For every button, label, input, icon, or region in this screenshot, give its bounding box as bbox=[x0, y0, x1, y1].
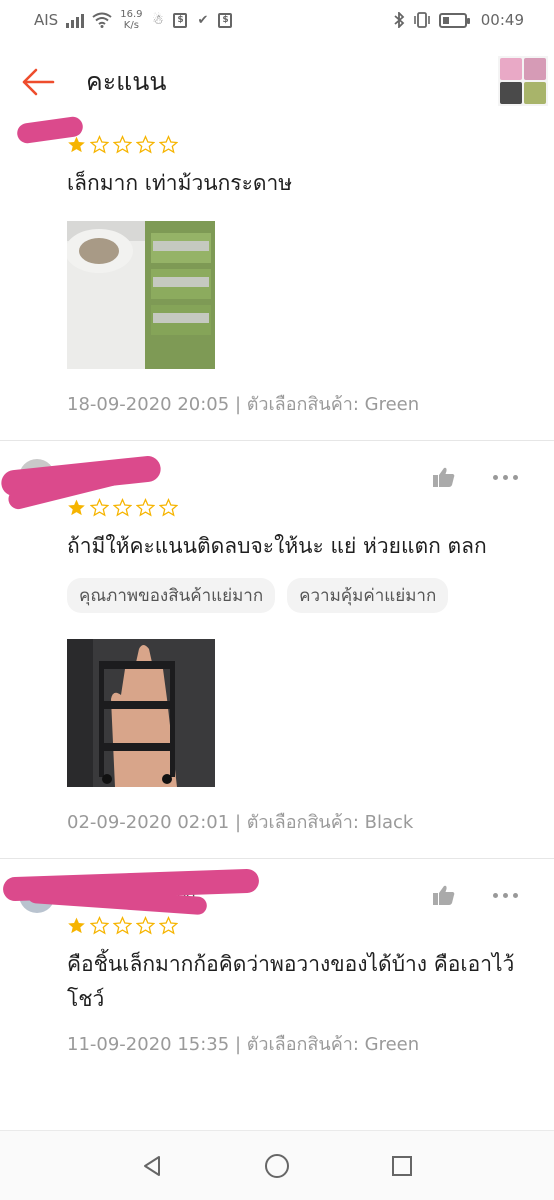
check-icon: ✔ bbox=[197, 12, 209, 28]
shop-bag-icon: $ bbox=[173, 12, 188, 28]
review-date: 02-09-2020 02:01 bbox=[67, 812, 230, 833]
star-empty-icon bbox=[90, 497, 109, 516]
review-tags: คุณภาพของสินค้าแย่มาก ความคุ้มค่าแย่มาก bbox=[67, 578, 534, 613]
clock: 00:49 bbox=[480, 11, 524, 29]
app-header: คะแนน bbox=[0, 40, 554, 124]
review-tag: ความคุ้มค่าแย่มาก bbox=[287, 578, 449, 613]
circle-home-icon bbox=[264, 1153, 289, 1178]
dot bbox=[503, 892, 508, 898]
star-filled-icon bbox=[68, 136, 85, 152]
review-meta: 11-09-2020 15:35 | ตัวเลือกสินค้า: Green bbox=[67, 1029, 534, 1080]
photo-content bbox=[67, 221, 215, 369]
review-item: ธ ถ้ามีให้คะแนนติดลบจะใ bbox=[0, 441, 554, 859]
review-variant: ตัวเลือกสินค้า: Green bbox=[246, 1034, 420, 1055]
page-title: คะแนน bbox=[86, 67, 167, 96]
wifi-icon bbox=[92, 12, 112, 28]
more-dots-icon bbox=[493, 892, 498, 898]
review-text: คือชิ้นเล็กมากก้อคิดว่าพอวางของได้บ้าง ค… bbox=[67, 952, 515, 1011]
thumbs-up-icon bbox=[433, 885, 455, 905]
nav-recents-button[interactable] bbox=[387, 1151, 417, 1181]
photo-content bbox=[67, 639, 215, 787]
speed-unit: K/s bbox=[123, 20, 139, 31]
notification-icon: ☃ bbox=[152, 12, 164, 28]
status-bar: AIS 16.9 K/s ☃ $ ✔ $ 00:49 bbox=[0, 0, 554, 40]
arrow-left-icon bbox=[22, 68, 55, 96]
meta-separator: | bbox=[234, 1034, 247, 1055]
review-tag: คุณภาพของสินค้าแย่มาก bbox=[67, 578, 276, 613]
signal-icon bbox=[66, 12, 85, 28]
product-thumbnail[interactable] bbox=[498, 56, 548, 106]
star-empty-icon bbox=[90, 915, 109, 934]
triangle-back-icon bbox=[144, 1155, 161, 1176]
star-empty-icon bbox=[136, 134, 155, 153]
carrier-label: AIS bbox=[34, 11, 59, 29]
review-user-row bbox=[15, 115, 534, 145]
star-empty-icon bbox=[159, 134, 178, 153]
star-empty-icon bbox=[113, 134, 132, 153]
review-list: เล็กมาก เท่าม้วนกระดาษ 18-09-2020 20:05 … bbox=[0, 115, 554, 1080]
star-empty-icon bbox=[113, 915, 132, 934]
star-filled-icon bbox=[68, 917, 85, 933]
star-empty-icon bbox=[90, 134, 109, 153]
review-date: 18-09-2020 20:05 bbox=[67, 394, 230, 415]
dot bbox=[513, 474, 518, 480]
review-text: เล็กมาก เท่าม้วนกระดาษ bbox=[67, 171, 293, 195]
shop-bag-icon-2: $ bbox=[218, 12, 233, 28]
vibrate-icon bbox=[413, 12, 430, 28]
review-photo[interactable] bbox=[67, 639, 215, 787]
nav-back-button[interactable] bbox=[137, 1151, 167, 1181]
system-nav-bar bbox=[0, 1130, 554, 1200]
dot bbox=[513, 892, 518, 898]
dot bbox=[503, 474, 508, 480]
star-empty-icon bbox=[159, 915, 178, 934]
review-date: 11-09-2020 15:35 bbox=[67, 1034, 230, 1055]
review-text: ถ้ามีให้คะแนนติดลบจะให้นะ แย่ ห่วยแตก ตล… bbox=[67, 534, 487, 558]
battery-icon bbox=[438, 12, 470, 28]
review-item: เล็กมาก เท่าม้วนกระดาษ 18-09-2020 20:05 … bbox=[0, 115, 554, 441]
review-item: od คือชิ้นเล็กมากก้อคิด bbox=[0, 859, 554, 1080]
review-user-row: od bbox=[2, 868, 534, 916]
like-button[interactable] bbox=[431, 883, 457, 907]
speed-value: 16.9 bbox=[120, 9, 143, 20]
more-dots-icon bbox=[493, 474, 498, 480]
star-rating bbox=[67, 132, 534, 156]
review-variant: ตัวเลือกสินค้า: Black bbox=[246, 812, 414, 833]
like-button[interactable] bbox=[431, 465, 457, 489]
back-button[interactable] bbox=[18, 62, 58, 102]
more-button[interactable] bbox=[493, 474, 518, 480]
network-speed: 16.9 K/s bbox=[120, 9, 142, 31]
nav-home-button[interactable] bbox=[262, 1151, 292, 1181]
review-meta: 18-09-2020 20:05 | ตัวเลือกสินค้า: Green bbox=[67, 389, 534, 440]
review-variant: ตัวเลือกสินค้า: Green bbox=[246, 394, 420, 415]
star-rating bbox=[67, 913, 534, 937]
review-user-row: ธ bbox=[0, 454, 534, 512]
review-actions bbox=[431, 883, 518, 907]
meta-separator: | bbox=[234, 394, 247, 415]
more-button[interactable] bbox=[493, 892, 518, 898]
star-empty-icon bbox=[159, 497, 178, 516]
review-photo[interactable] bbox=[67, 221, 215, 369]
star-filled-icon bbox=[68, 499, 85, 515]
meta-separator: | bbox=[234, 812, 247, 833]
star-empty-icon bbox=[136, 497, 155, 516]
bluetooth-icon bbox=[394, 12, 405, 28]
star-rating bbox=[67, 495, 534, 519]
thumbs-up-icon bbox=[433, 467, 455, 487]
star-empty-icon bbox=[113, 497, 132, 516]
review-meta: 02-09-2020 02:01 | ตัวเลือกสินค้า: Black bbox=[67, 807, 534, 858]
review-actions bbox=[431, 465, 518, 489]
star-empty-icon bbox=[136, 915, 155, 934]
square-recents-icon bbox=[391, 1155, 412, 1176]
